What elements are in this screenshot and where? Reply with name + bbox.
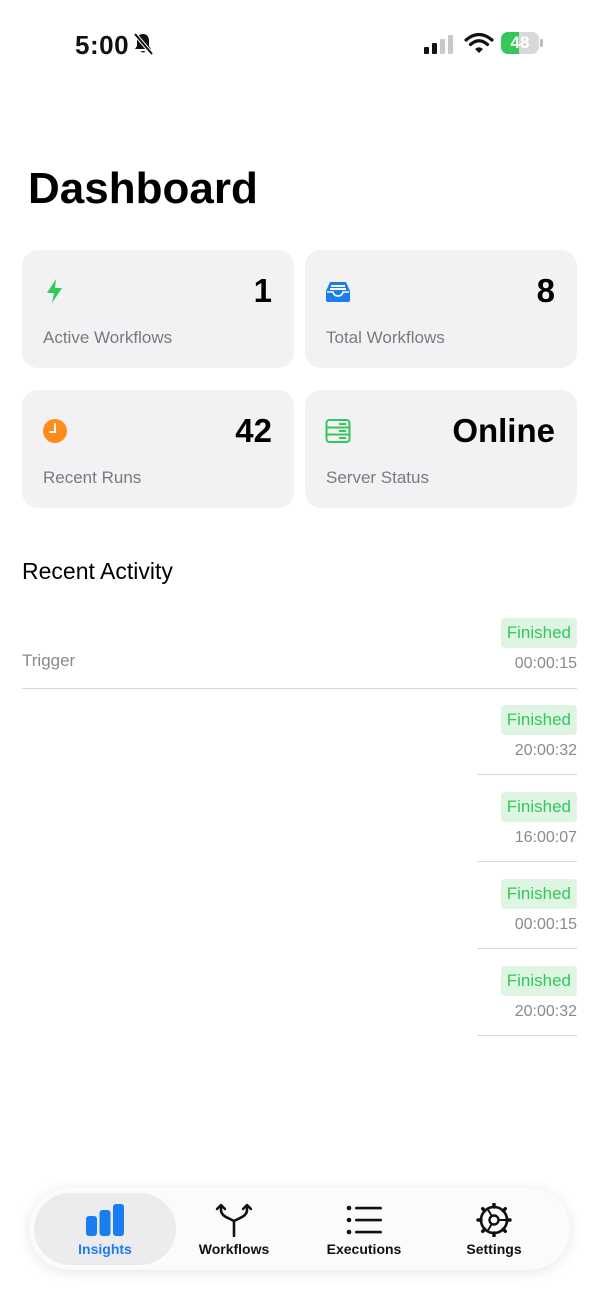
card-total-workflows[interactable]: 8 Total Workflows — [305, 250, 577, 368]
tab-label: Settings — [466, 1241, 522, 1257]
activity-row[interactable]: Finished 20:00:32 — [477, 705, 577, 792]
tab-label: Executions — [326, 1241, 402, 1257]
server-icon — [325, 419, 351, 443]
tray-icon — [326, 282, 350, 302]
status-badge: Finished — [500, 705, 577, 735]
activity-row[interactable]: Finished 16:00:07 — [477, 792, 577, 879]
tab-label: Workflows — [198, 1241, 270, 1257]
battery-indicator: 48 — [501, 32, 543, 54]
activity-time: 16:00:07 — [514, 829, 577, 846]
card-value: 8 — [536, 272, 555, 309]
tab-executions[interactable]: Executions — [293, 1193, 435, 1265]
bolt-icon — [47, 279, 62, 303]
status-time: 5:00 — [75, 30, 130, 60]
page-title: Dashboard — [28, 164, 258, 213]
activity-time: 20:00:32 — [514, 742, 577, 759]
activity-row[interactable]: Finished 00:00:15 — [477, 879, 577, 966]
status-bar: 5:00 48 — [0, 0, 599, 90]
gear-icon — [476, 1203, 512, 1237]
chart-bars-icon — [86, 1204, 124, 1236]
row-divider — [477, 774, 577, 775]
card-recent-runs[interactable]: 42 Recent Runs — [22, 390, 294, 508]
card-label: Recent Runs — [43, 468, 142, 487]
activity-time: 20:00:32 — [514, 1003, 577, 1020]
tab-workflows[interactable]: Workflows — [163, 1193, 305, 1265]
card-label: Total Workflows — [326, 328, 445, 347]
activity-row[interactable]: Trigger Finished 00:00:15 — [22, 618, 577, 705]
list-icon — [346, 1205, 382, 1235]
card-value: 42 — [235, 412, 272, 449]
status-badge: Finished — [500, 879, 577, 909]
card-label: Server Status — [326, 468, 429, 487]
row-divider — [22, 688, 577, 689]
recent-activity-title: Recent Activity — [22, 558, 173, 584]
row-divider — [477, 861, 577, 862]
wifi-icon — [464, 32, 494, 53]
card-value: 1 — [253, 272, 272, 309]
clock-icon — [43, 419, 67, 443]
status-badge: Finished — [500, 618, 577, 648]
activity-time: 00:00:15 — [514, 655, 577, 672]
battery-level: 48 — [510, 33, 530, 52]
row-divider — [477, 1035, 577, 1036]
tab-settings[interactable]: Settings — [423, 1193, 565, 1265]
card-label: Active Workflows — [43, 328, 173, 347]
tab-label: Insights — [78, 1241, 132, 1257]
cellular-signal-icon — [424, 35, 453, 54]
card-server-status[interactable]: Online Server Status — [305, 390, 577, 508]
activity-title: Trigger — [22, 651, 76, 670]
branch-icon — [215, 1203, 253, 1237]
bell-slash-icon — [133, 32, 154, 56]
status-badge: Finished — [500, 966, 577, 996]
card-value: Online — [452, 412, 555, 449]
tab-insights[interactable]: Insights — [34, 1193, 176, 1265]
card-active-workflows[interactable]: 1 Active Workflows — [22, 250, 294, 368]
activity-time: 00:00:15 — [514, 916, 577, 933]
tab-bar: Insights Workflows Executions Settings — [29, 1188, 570, 1270]
activity-row[interactable]: Finished 20:00:32 — [477, 966, 577, 1053]
status-badge: Finished — [500, 792, 577, 822]
row-divider — [477, 948, 577, 949]
